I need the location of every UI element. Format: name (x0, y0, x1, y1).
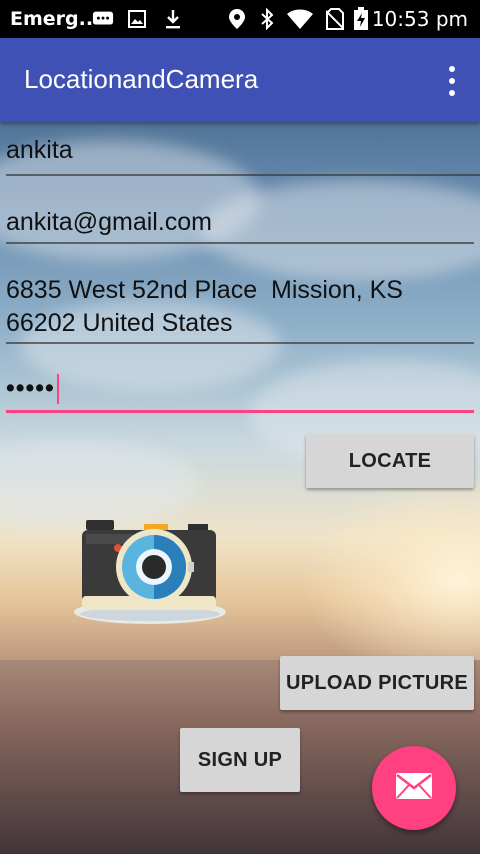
image-icon (126, 8, 148, 30)
address-value: 6835 West 52nd Place Mission, KS 66202 U… (6, 276, 403, 337)
download-icon (162, 8, 184, 30)
upload-picture-button[interactable]: UPLOAD PICTURE (280, 656, 474, 710)
locate-button[interactable]: LOCATE (306, 434, 474, 488)
app-title: LocationandCamera (24, 64, 259, 94)
background-image (0, 0, 480, 854)
password-value: ••••• (6, 374, 55, 402)
wifi-icon (286, 8, 314, 30)
email-fab-button[interactable] (372, 746, 456, 830)
location-icon (226, 8, 248, 30)
app-bar: LocationandCamera (0, 38, 480, 122)
status-bar: Emerg.. 10:53 pm (0, 0, 480, 38)
name-value: ankita (6, 136, 73, 164)
password-field[interactable]: ••••• (6, 372, 474, 414)
text-cursor (56, 374, 59, 405)
address-field[interactable]: 6835 West 52nd Place Mission, KS 66202 U… (6, 274, 474, 346)
carrier-label: Emerg.. (10, 8, 94, 30)
email-field[interactable]: ankita@gmail.com (6, 206, 474, 246)
bluetooth-icon (256, 8, 278, 30)
email-value: ankita@gmail.com (6, 208, 213, 236)
overflow-menu-icon[interactable] (442, 66, 462, 96)
battery-charging-icon (350, 7, 372, 30)
camera-icon[interactable] (72, 514, 228, 626)
name-field[interactable]: ankita (6, 134, 480, 178)
no-sim-icon (324, 8, 346, 30)
sign-up-button[interactable]: SIGN UP (180, 728, 300, 792)
email-icon (395, 772, 433, 804)
clock: 10:53 pm (371, 7, 468, 31)
message-icon (92, 8, 114, 30)
